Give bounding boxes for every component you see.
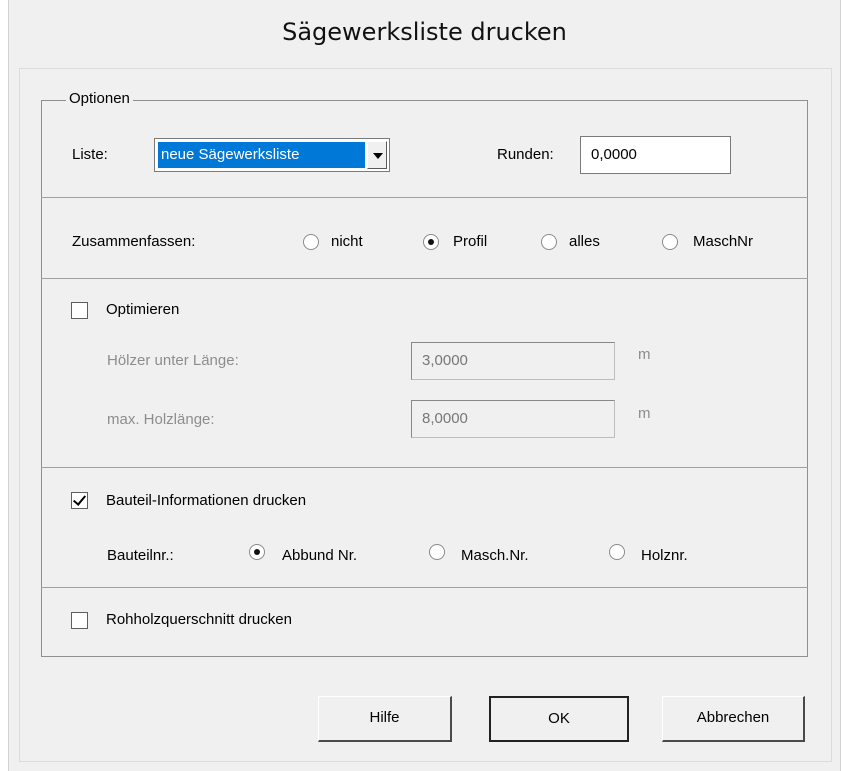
help-button-label: Hilfe	[369, 709, 400, 726]
section-divider	[41, 197, 808, 198]
radio-summarize-nicht[interactable]	[303, 234, 319, 250]
title-bar[interactable]: Sägewerksliste drucken	[9, 0, 840, 64]
raw-section-checkbox[interactable]	[71, 612, 88, 629]
cancel-button-label: Abbrechen	[696, 709, 770, 726]
part-info-checkbox[interactable]	[71, 492, 88, 509]
radio-summarize-profil-label: Profil	[453, 233, 488, 250]
round-input[interactable]: 0,0000	[580, 136, 731, 174]
part-info-label: Bauteil-Informationen drucken	[106, 492, 307, 509]
shorter-than-input[interactable]: 3,0000	[411, 342, 615, 380]
part-number-label: Bauteilnr.:	[107, 547, 174, 564]
shorter-than-label: Hölzer unter Länge:	[107, 352, 239, 369]
radio-part-abbund-label: Abbund Nr.	[282, 547, 358, 564]
section-divider	[41, 467, 808, 468]
shorter-than-unit: m	[638, 346, 651, 363]
help-button[interactable]: Hilfe	[318, 696, 452, 742]
summarize-label: Zusammenfassen:	[72, 233, 196, 250]
radio-summarize-alles[interactable]	[541, 234, 557, 250]
dialog-title: Sägewerksliste drucken	[282, 18, 567, 46]
radio-part-abbund[interactable]	[249, 544, 265, 560]
section-divider	[41, 278, 808, 279]
list-combobox-value: neue Sägewerksliste	[158, 142, 365, 168]
radio-summarize-maschnr[interactable]	[662, 234, 678, 250]
radio-part-masch-label: Masch.Nr.	[461, 547, 529, 564]
max-length-unit: m	[638, 405, 651, 422]
list-combobox[interactable]: neue Sägewerksliste	[154, 138, 390, 172]
radio-part-holz[interactable]	[609, 544, 625, 560]
radio-summarize-maschnr-label: MaschNr	[693, 233, 754, 250]
radio-part-masch[interactable]	[429, 544, 445, 560]
radio-part-holz-label: Holznr.	[641, 547, 688, 564]
radio-summarize-profil[interactable]	[423, 234, 439, 250]
max-length-input[interactable]: 8,0000	[411, 400, 615, 438]
chevron-down-icon[interactable]	[367, 141, 387, 169]
round-label: Runden:	[497, 146, 554, 163]
optimize-label: Optimieren	[106, 301, 180, 318]
ok-button[interactable]: OK	[489, 696, 629, 742]
list-label: Liste:	[72, 146, 108, 163]
max-length-label: max. Holzlänge:	[107, 411, 215, 428]
optimize-checkbox[interactable]	[71, 302, 88, 319]
options-legend: Optionen	[66, 90, 133, 107]
radio-summarize-nicht-label: nicht	[331, 233, 363, 250]
raw-section-label: Rohholzquerschnitt drucken	[106, 611, 292, 628]
radio-summarize-alles-label: alles	[569, 233, 600, 250]
ok-button-label: OK	[548, 710, 570, 727]
section-divider	[41, 587, 808, 588]
cancel-button[interactable]: Abbrechen	[662, 696, 805, 742]
